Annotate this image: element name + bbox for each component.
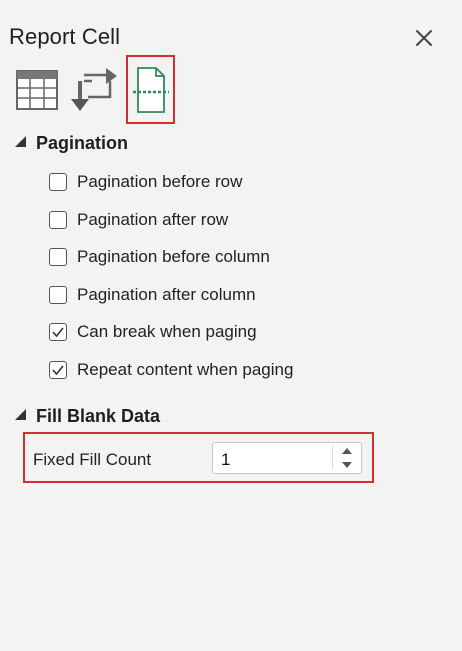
checkbox-checked[interactable] [49,323,67,341]
checkmark-icon [52,365,64,376]
panel-title: Report Cell [9,24,121,49]
checkbox-unchecked[interactable] [49,211,67,229]
checkbox-label: Pagination before row [77,172,243,191]
checkbox-unchecked[interactable] [49,248,67,266]
checkbox-pagination-after-column[interactable]: Pagination after column [49,285,256,305]
checkbox-repeat-content-when-paging[interactable]: Repeat content when paging [49,360,293,380]
checkbox-pagination-after-row[interactable]: Pagination after row [49,210,228,230]
table-icon [16,70,58,110]
collapse-triangle-icon [15,136,26,147]
swap-icon-button[interactable] [68,60,120,120]
swap-icon [71,68,117,111]
checkbox-label: Pagination before column [77,247,270,266]
checkbox-can-break-when-paging[interactable]: Can break when paging [49,322,257,342]
fixed-fill-count-input[interactable]: 1 [221,450,230,470]
fixed-fill-count-stepper[interactable]: 1 [212,442,362,474]
checkbox-label: Can break when paging [77,322,257,341]
checkbox-pagination-before-column[interactable]: Pagination before column [49,247,270,267]
checkbox-unchecked[interactable] [49,286,67,304]
fill-blank-header-label: Fill Blank Data [36,406,161,426]
table-icon-button[interactable] [12,60,62,120]
checkmark-icon [52,327,64,338]
checkbox-label: Repeat content when paging [77,360,294,379]
close-icon [416,30,432,46]
pagination-section-header[interactable]: Pagination [15,133,128,154]
checkbox-pagination-before-row[interactable]: Pagination before row [49,172,242,192]
checkbox-checked[interactable] [49,361,67,379]
page-break-icon [132,66,169,113]
stepper-increment-button[interactable] [334,444,360,458]
checkbox-label: Pagination after column [77,285,256,304]
pagination-header-label: Pagination [36,133,129,153]
checkbox-unchecked[interactable] [49,173,67,191]
fixed-fill-count-label: Fixed Fill Count [33,450,152,469]
page-break-icon-button[interactable] [126,55,175,124]
fixed-fill-count-row: Fixed Fill Count 1 [23,432,374,483]
close-button[interactable] [410,24,438,52]
caret-down-icon [342,462,352,468]
checkbox-label: Pagination after row [77,210,229,229]
collapse-triangle-icon [15,409,26,420]
caret-up-icon [342,448,352,454]
fill-blank-section-header[interactable]: Fill Blank Data [15,406,160,427]
stepper-divider [332,446,333,470]
stepper-decrement-button[interactable] [334,458,360,472]
